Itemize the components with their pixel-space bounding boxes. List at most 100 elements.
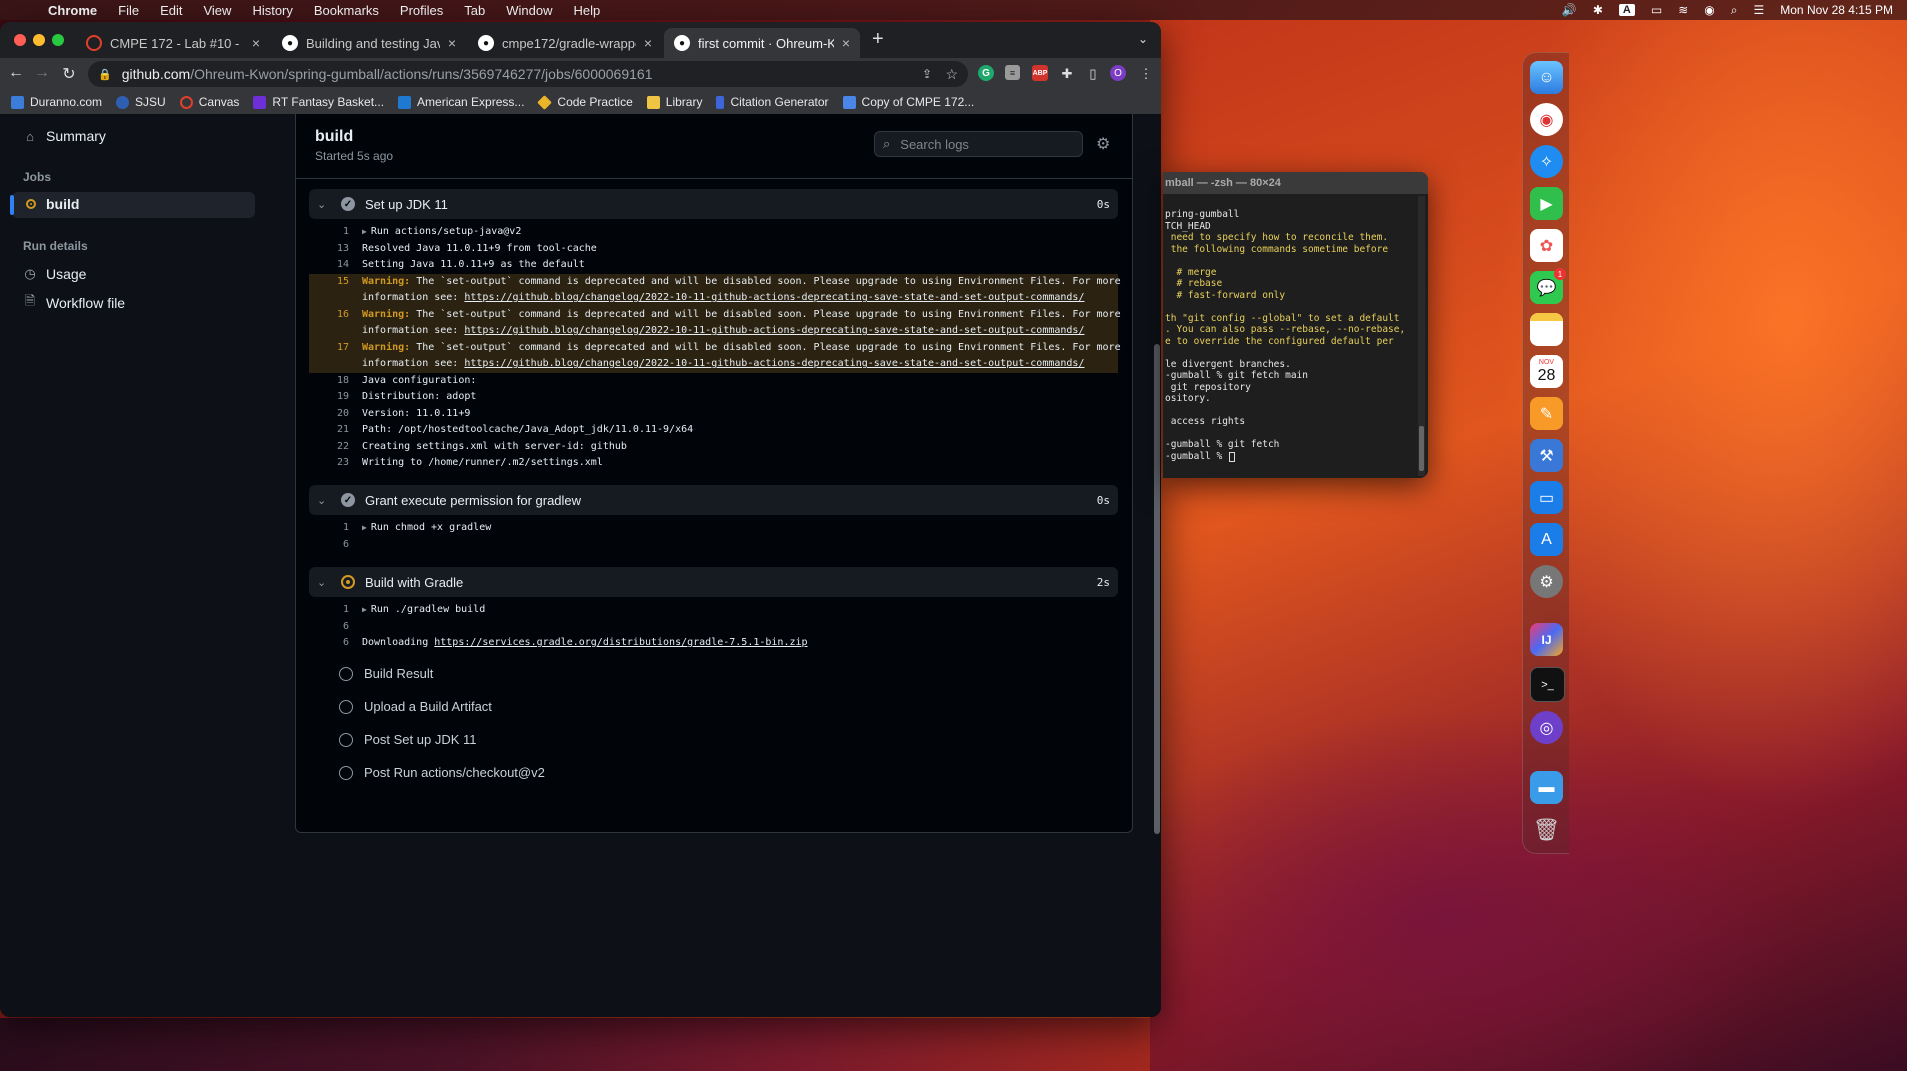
tab-gradle-wrapper[interactable]: ● cmpe172/gradle-wrapper.jar at ×	[468, 28, 662, 58]
line-number[interactable]: 21	[309, 422, 349, 439]
line-number[interactable]: 1	[309, 602, 349, 619]
menu-view[interactable]: View	[203, 3, 231, 18]
safari-icon[interactable]: ✧	[1530, 145, 1563, 178]
bookmark-amex[interactable]: American Express...	[398, 95, 524, 109]
gear-icon[interactable]: ⚙	[1096, 134, 1110, 154]
step-upload-build-artifact[interactable]: Upload a Build Artifact	[339, 699, 492, 714]
zoom-window-button[interactable]	[52, 34, 64, 46]
lock-icon[interactable]: 🔒	[98, 68, 112, 81]
tab-close-icon[interactable]: ×	[252, 35, 260, 51]
expand-triangle-icon[interactable]: ▶	[362, 227, 367, 236]
pages-icon[interactable]: ✎	[1530, 397, 1563, 430]
xcode-icon[interactable]: ⚒	[1530, 439, 1563, 472]
log-link[interactable]: https://services.gradle.org/distribution…	[434, 637, 807, 648]
volume-icon[interactable]: 🔊	[1562, 3, 1577, 17]
menu-bookmarks[interactable]: Bookmarks	[314, 3, 379, 18]
share-icon[interactable]: ⇪	[922, 67, 932, 81]
search-logs-input[interactable]	[898, 135, 1073, 153]
menu-help[interactable]: Help	[574, 3, 601, 18]
notes-icon[interactable]	[1530, 313, 1563, 346]
bookmark-library[interactable]: Library	[646, 95, 702, 109]
minimize-window-button[interactable]	[33, 34, 45, 46]
line-number[interactable]: 13	[309, 241, 349, 258]
system-preferences-icon[interactable]: ⚙	[1530, 565, 1563, 598]
expand-triangle-icon[interactable]: ▶	[362, 523, 367, 532]
chrome-menu-icon[interactable]: ⋮	[1137, 65, 1155, 83]
tab-search-chevron-icon[interactable]: ⌄	[1138, 32, 1148, 46]
user-icon[interactable]: ◉	[1704, 3, 1714, 17]
control-center-icon[interactable]: ☰	[1754, 3, 1765, 17]
extension-icon[interactable]: ≡	[1005, 65, 1020, 80]
step-set-up-jdk-11[interactable]: ⌄ ✓ Set up JDK 11 0s	[309, 189, 1118, 219]
terminal-window[interactable]: mball — -zsh — 80×24 pring-gumball TCH_HE…	[1163, 172, 1428, 478]
tab-close-icon[interactable]: ×	[644, 35, 652, 51]
new-tab-button[interactable]: +	[872, 28, 884, 51]
line-number[interactable]: 15	[309, 274, 349, 291]
extensions-puzzle-icon[interactable]: ✚	[1058, 65, 1076, 83]
line-number[interactable]: 1	[309, 224, 349, 241]
line-number[interactable]: 22	[309, 439, 349, 456]
menu-window[interactable]: Window	[506, 3, 552, 18]
tab-building-testing-java[interactable]: ● Building and testing Java with ×	[272, 28, 466, 58]
line-number[interactable]: 18	[309, 373, 349, 390]
step-build-result[interactable]: Build Result	[339, 666, 433, 681]
line-number[interactable]: 6	[309, 537, 349, 554]
line-number[interactable]: 20	[309, 406, 349, 423]
bookmark-star-icon[interactable]: ☆	[945, 66, 958, 83]
expand-triangle-icon[interactable]: ▶	[362, 605, 367, 614]
profile-avatar[interactable]: O	[1110, 65, 1126, 81]
menu-edit[interactable]: Edit	[160, 3, 182, 18]
line-number[interactable]: 6	[309, 635, 349, 652]
bookmark-sjsu[interactable]: SJSU	[116, 95, 166, 109]
line-number[interactable]: 16	[309, 307, 349, 324]
menu-clock[interactable]: Mon Nov 28 4:15 PM	[1780, 3, 1893, 17]
sidebar-item-summary[interactable]: ⌂ Summary	[22, 128, 106, 144]
sidebar-item-workflow-file[interactable]: 🗎 Workflow file	[22, 292, 125, 314]
adblock-plus-icon[interactable]: ABP	[1032, 65, 1048, 81]
calendar-icon[interactable]: NOV 28	[1530, 355, 1563, 388]
battery-icon[interactable]: ▭	[1651, 3, 1662, 17]
github-desktop-icon[interactable]: ◎	[1530, 711, 1563, 744]
step-post-run-checkout[interactable]: Post Run actions/checkout@v2	[339, 765, 545, 780]
line-number[interactable]: 14	[309, 257, 349, 274]
bookmark-canvas[interactable]: Canvas	[179, 95, 239, 109]
side-panel-icon[interactable]: ▯	[1084, 65, 1102, 83]
log-link[interactable]: https://github.blog/changelog/2022-10-11…	[464, 325, 1084, 336]
tab-first-commit[interactable]: ● first commit · Ohreum-Kwon/sp ×	[664, 28, 860, 58]
tab-close-icon[interactable]: ×	[842, 35, 850, 51]
spotlight-search-icon[interactable]: ⌕	[1731, 3, 1738, 18]
terminal-scrollbar[interactable]	[1418, 196, 1425, 476]
messages-icon[interactable]: 💬 1	[1530, 268, 1566, 304]
downloads-folder-icon[interactable]: ▬	[1530, 771, 1563, 804]
keynote-icon[interactable]: ▭	[1530, 481, 1563, 514]
sidebar-item-build-job[interactable]: build	[10, 192, 255, 218]
trash-icon[interactable]: 🗑	[1530, 813, 1563, 846]
finder-icon[interactable]: ☺	[1530, 61, 1563, 94]
line-number[interactable]: 19	[309, 389, 349, 406]
forward-button[interactable]: →	[32, 64, 52, 82]
bluetooth-icon[interactable]: ✱	[1593, 3, 1603, 17]
line-number[interactable]: 6	[309, 619, 349, 636]
terminal-icon[interactable]: >_	[1530, 667, 1565, 702]
sidebar-item-usage[interactable]: ◷ Usage	[22, 266, 86, 282]
bookmark-copy-cmpe172[interactable]: Copy of CMPE 172...	[842, 95, 974, 109]
menu-history[interactable]: History	[252, 3, 292, 18]
log-link[interactable]: https://github.blog/changelog/2022-10-11…	[464, 292, 1084, 303]
menu-profiles[interactable]: Profiles	[400, 3, 443, 18]
menu-tab[interactable]: Tab	[464, 3, 485, 18]
tab-cmpe172-lab[interactable]: CMPE 172 - Lab #10 - DevOps ×	[76, 28, 270, 58]
step-build-with-gradle[interactable]: ⌄ Build with Gradle 2s	[309, 567, 1118, 597]
bookmark-code-practice[interactable]: Code Practice	[537, 94, 633, 110]
terminal-title-bar[interactable]: mball — -zsh — 80×24	[1163, 172, 1428, 194]
tab-close-icon[interactable]: ×	[448, 35, 456, 51]
bookmark-rt-fantasy[interactable]: RT Fantasy Basket...	[253, 95, 384, 109]
input-source-indicator[interactable]: A	[1618, 4, 1635, 16]
search-logs-field[interactable]: ⌕	[874, 131, 1083, 157]
back-button[interactable]: ←	[6, 64, 26, 82]
wifi-icon[interactable]: ≋	[1678, 3, 1688, 17]
app-store-icon[interactable]: A	[1530, 523, 1563, 556]
reload-button[interactable]: ↻	[59, 64, 79, 84]
bookmark-citation-generator[interactable]: Citation Generator	[716, 95, 829, 109]
intellij-idea-icon[interactable]: IJ	[1530, 623, 1563, 656]
log-link[interactable]: https://github.blog/changelog/2022-10-11…	[464, 358, 1084, 369]
